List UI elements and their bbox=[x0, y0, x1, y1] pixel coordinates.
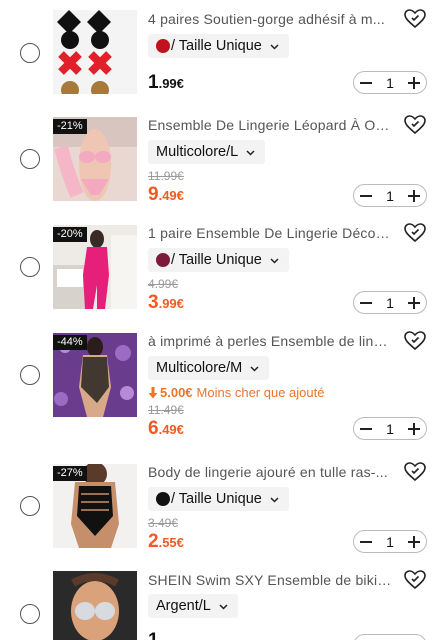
price-drop-text: Moins cher que ajouté bbox=[196, 385, 325, 400]
quantity-value[interactable]: 1 bbox=[386, 421, 394, 437]
price: 1 bbox=[148, 630, 159, 640]
increase-button[interactable] bbox=[407, 422, 420, 435]
price-drop-notice: 5.00€ Moins cher que ajouté bbox=[148, 385, 324, 401]
variant-label: Multicolore/L bbox=[156, 144, 239, 160]
decrease-button[interactable] bbox=[360, 297, 372, 309]
product-image[interactable]: -27% bbox=[53, 464, 137, 548]
product-title[interactable]: à imprimé à perles Ensemble de ling... bbox=[148, 332, 393, 350]
wishlist-heart-icon[interactable] bbox=[404, 223, 426, 243]
variant-selector[interactable]: Multicolore/L bbox=[148, 140, 266, 164]
variant-label: Argent/L bbox=[156, 598, 211, 614]
select-radio[interactable] bbox=[20, 149, 40, 169]
select-radio[interactable] bbox=[20, 43, 40, 63]
chevron-down-icon bbox=[246, 149, 255, 156]
increase-button[interactable] bbox=[407, 535, 420, 548]
original-price: 3.49€ bbox=[148, 516, 179, 530]
variant-selector[interactable]: / Taille Unique bbox=[148, 34, 289, 58]
product-image[interactable] bbox=[53, 571, 137, 640]
wishlist-heart-icon[interactable] bbox=[404, 331, 426, 351]
product-title[interactable]: Ensemble De Lingerie Léopard À Ou... bbox=[148, 116, 393, 134]
wishlist-heart-icon[interactable] bbox=[404, 115, 426, 135]
product-title[interactable]: SHEIN Swim SXY Ensemble de bikin... bbox=[148, 571, 393, 589]
select-radio[interactable] bbox=[20, 365, 40, 385]
price-drop-amount: 5.00€ bbox=[160, 385, 193, 400]
increase-button[interactable] bbox=[407, 76, 420, 89]
decrease-button[interactable] bbox=[360, 536, 372, 548]
color-swatch bbox=[156, 253, 170, 267]
discount-badge: -44% bbox=[53, 335, 87, 350]
increase-button[interactable] bbox=[407, 296, 420, 309]
decrease-button[interactable] bbox=[360, 190, 372, 202]
select-radio[interactable] bbox=[20, 496, 40, 516]
select-radio[interactable] bbox=[20, 604, 40, 624]
decrease-button[interactable] bbox=[360, 423, 372, 435]
chevron-down-icon bbox=[270, 496, 279, 503]
discount-badge: -27% bbox=[53, 466, 87, 481]
price: 3.99€ bbox=[148, 292, 184, 313]
discount-badge: -20% bbox=[53, 227, 87, 242]
variant-selector[interactable]: Argent/L bbox=[148, 594, 238, 618]
wishlist-heart-icon[interactable] bbox=[404, 462, 426, 482]
product-title[interactable]: 4 paires Soutien-gorge adhésif à m... bbox=[148, 10, 393, 28]
decrease-button[interactable] bbox=[360, 77, 372, 89]
original-price: 11.99€ bbox=[148, 169, 184, 183]
price: 6.49€ bbox=[148, 418, 184, 439]
product-image[interactable] bbox=[53, 10, 137, 94]
variant-selector[interactable]: / Taille Unique bbox=[148, 487, 289, 511]
arrow-down-icon bbox=[148, 387, 158, 399]
quantity-value[interactable]: 1 bbox=[386, 75, 394, 91]
quantity-stepper: 1 bbox=[353, 634, 427, 640]
discount-badge: -21% bbox=[53, 119, 87, 134]
color-swatch bbox=[156, 492, 170, 506]
quantity-stepper: 1 bbox=[353, 184, 427, 207]
product-title[interactable]: Body de lingerie ajouré en tulle ras-... bbox=[148, 463, 393, 481]
variant-label: / Taille Unique bbox=[171, 491, 262, 507]
product-title[interactable]: 1 paire Ensemble De Lingerie Décou... bbox=[148, 224, 393, 242]
quantity-value[interactable]: 1 bbox=[386, 295, 394, 311]
increase-button[interactable] bbox=[407, 189, 420, 202]
variant-selector[interactable]: / Taille Unique bbox=[148, 248, 289, 272]
chevron-down-icon bbox=[219, 603, 228, 610]
chevron-down-icon bbox=[270, 43, 279, 50]
quantity-value[interactable]: 1 bbox=[386, 188, 394, 204]
select-radio[interactable] bbox=[20, 257, 40, 277]
quantity-stepper: 1 bbox=[353, 71, 427, 94]
original-price: 4.99€ bbox=[148, 277, 179, 291]
product-image[interactable]: -20% bbox=[53, 225, 137, 309]
wishlist-heart-icon[interactable] bbox=[404, 570, 426, 590]
chevron-down-icon bbox=[250, 365, 259, 372]
quantity-stepper: 1 bbox=[353, 530, 427, 553]
color-swatch bbox=[156, 39, 170, 53]
variant-label: Multicolore/M bbox=[156, 360, 243, 376]
price: 9.49€ bbox=[148, 184, 184, 205]
quantity-value[interactable]: 1 bbox=[386, 534, 394, 550]
chevron-down-icon bbox=[270, 257, 279, 264]
price: 1.99€ bbox=[148, 72, 184, 93]
wishlist-heart-icon[interactable] bbox=[404, 9, 426, 29]
product-image[interactable]: -44% bbox=[53, 333, 137, 417]
variant-label: / Taille Unique bbox=[171, 38, 262, 54]
quantity-stepper: 1 bbox=[353, 417, 427, 440]
quantity-stepper: 1 bbox=[353, 291, 427, 314]
product-image[interactable]: -21% bbox=[53, 117, 137, 201]
price: 2.55€ bbox=[148, 531, 184, 552]
original-price: 11.49€ bbox=[148, 403, 184, 417]
variant-selector[interactable]: Multicolore/M bbox=[148, 356, 270, 380]
variant-label: / Taille Unique bbox=[171, 252, 262, 268]
